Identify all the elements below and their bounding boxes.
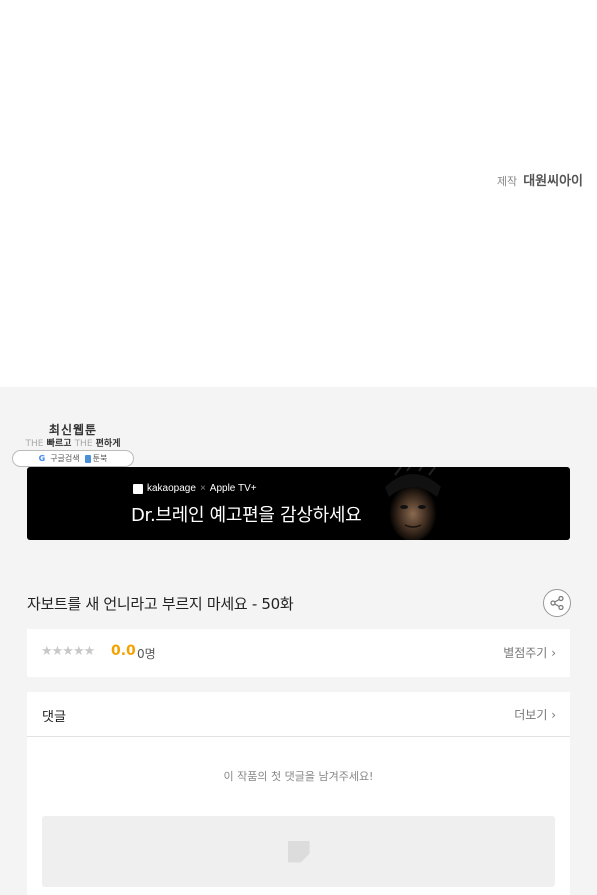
share-icon bbox=[550, 596, 564, 610]
comments-more-button[interactable]: 더보기 › bbox=[514, 706, 556, 723]
comments-empty-message: 이 작품의 첫 댓글을 남겨주세요! bbox=[223, 770, 374, 783]
google-search-label: 구글검색 bbox=[50, 454, 80, 463]
comments-panel: 댓글 더보기 › 이 작품의 첫 댓글을 남겨주세요! bbox=[27, 692, 570, 895]
share-button[interactable] bbox=[543, 589, 571, 617]
promo-banner[interactable]: kakaopage × Apple TV+ Dr.브레인 예고편을 감상하세요 bbox=[27, 467, 570, 540]
rating-count: 0명 bbox=[137, 647, 156, 661]
google-icon: G bbox=[38, 454, 46, 463]
book-icon bbox=[84, 454, 91, 463]
comments-title: 댓글 bbox=[42, 710, 66, 725]
rating-stars: ★★★★★ bbox=[41, 644, 95, 659]
rate-button[interactable]: 별점주기 › bbox=[503, 644, 556, 661]
rating-panel: ★★★★★ 0.0 0명 별점주기 › bbox=[27, 629, 570, 677]
banner-headline: Dr.브레인 예고편을 감상하세요 bbox=[131, 505, 362, 526]
logo-search-pill: G 구글검색 툰북 bbox=[12, 450, 134, 467]
site-logo[interactable]: 최신웹툰 THE 빠르고 THE 편하게 G 구글검색 툰북 bbox=[12, 421, 134, 469]
credit-label: 제작 bbox=[496, 175, 518, 188]
brand-kakaopage: kakaopage bbox=[147, 483, 196, 494]
comments-header: 댓글 더보기 › bbox=[27, 692, 570, 737]
toonbook-label: 툰북 bbox=[84, 453, 107, 464]
kakaopage-icon bbox=[133, 483, 143, 494]
banner-brand: kakaopage × Apple TV+ bbox=[133, 483, 257, 494]
banner-face-image bbox=[375, 467, 451, 540]
episode-title: 자보트를 새 언니라고 부르지 마세요 - 50화 bbox=[27, 595, 294, 613]
viewer-image-area: 제작 대원씨아이 bbox=[0, 0, 597, 387]
placeholder-icon bbox=[287, 840, 310, 863]
chevron-right-icon: › bbox=[551, 646, 556, 660]
brand-separator: × bbox=[199, 483, 206, 494]
chevron-right-icon: › bbox=[551, 708, 556, 722]
production-credit: 제작 대원씨아이 bbox=[497, 170, 583, 189]
logo-slogan: THE 빠르고 THE 편하게 bbox=[25, 439, 121, 449]
credit-company: 대원씨아이 bbox=[523, 174, 583, 189]
rating-score: 0.0 bbox=[111, 643, 136, 659]
brand-apple-tv: Apple TV+ bbox=[209, 483, 257, 494]
ad-placeholder bbox=[42, 816, 555, 887]
